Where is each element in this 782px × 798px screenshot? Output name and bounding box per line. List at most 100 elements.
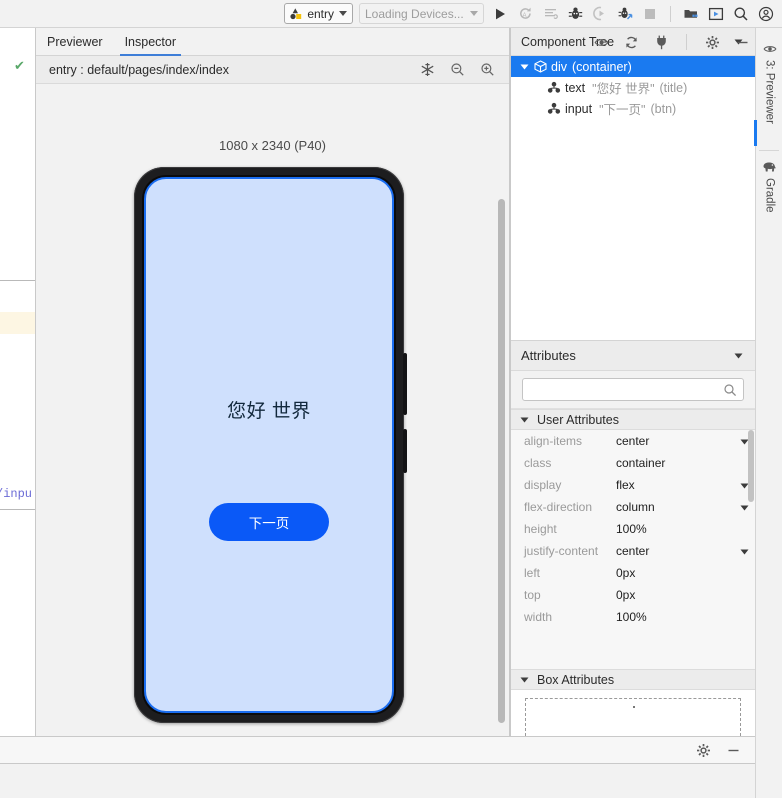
stripe-item-previewer[interactable]: 3: Previewer [754,42,782,146]
tab-previewer[interactable]: Previewer [36,28,114,56]
preview-next-button[interactable]: 下一页 [209,503,329,541]
attr-key: flex-direction [524,500,593,514]
attr-value[interactable]: center [616,544,733,558]
attr-row[interactable]: justify-content center [511,540,755,562]
tree-node-name: input [565,101,593,116]
previewer-tabs: Previewer Inspector [36,28,509,56]
search-icon[interactable] [733,6,749,22]
refresh-icon[interactable] [623,34,639,50]
active-indicator [754,120,757,146]
plug-icon[interactable] [653,34,669,50]
gear-icon[interactable] [695,742,711,758]
tab-inspector[interactable]: Inspector [114,28,187,56]
chevron-down-icon[interactable] [732,349,745,362]
eye-icon [763,42,777,56]
search-input[interactable] [529,382,723,397]
attr-key: top [524,588,541,602]
bottom-tool-bar [0,736,755,764]
attr-key: height [524,522,557,536]
tree-node-text[interactable]: text "您好 世界" (title) [511,77,755,98]
run-configuration-selector[interactable]: entry [284,3,353,24]
code-editor-strip[interactable]: ✔ /inpu [0,28,36,736]
attr-value[interactable]: container [616,456,733,470]
rerun-button[interactable]: A [517,6,533,22]
group-user-attributes[interactable]: User Attributes [511,409,755,430]
chevron-down-icon[interactable] [470,11,478,16]
attributes-title: Attributes [521,348,576,363]
stop-button[interactable] [642,6,658,22]
scrollbar-thumb[interactable] [748,430,754,502]
attr-value[interactable]: 0px [616,566,733,580]
user-attributes-list[interactable]: align-items center class container displ… [511,430,755,669]
elephant-icon [762,160,777,174]
attr-value[interactable]: center [616,434,733,448]
chevron-down-icon[interactable] [517,61,531,72]
attr-key: left [524,566,541,580]
preview-scrollbar[interactable] [498,87,505,732]
chevron-down-icon[interactable] [339,11,347,16]
tree-node-type: (title) [659,80,688,95]
attr-row[interactable]: top 0px [511,584,755,606]
attr-value[interactable]: 0px [616,588,733,602]
snowflake-icon[interactable] [419,62,435,78]
attr-row[interactable]: class container [511,452,755,474]
attr-value[interactable]: 100% [616,522,733,536]
attach-profiler-button[interactable] [592,6,608,22]
device-manager-button[interactable] [683,6,699,22]
volume-button [403,429,407,473]
group-label: Box Attributes [537,672,615,687]
group-box-attributes[interactable]: Box Attributes [511,669,755,690]
preview-canvas[interactable]: 1080 x 2340 (P40) 您好 世界 下一页 [36,85,509,736]
component-tree[interactable]: div (container) text "您好 世界" (title) inp… [511,56,755,341]
tree-node-value: "下一页" [599,103,646,117]
tree-node-input[interactable]: input "下一页" (btn) [511,98,755,119]
main-toolbar: entry Loading Devices... A [0,0,782,28]
device-frame-button[interactable] [708,6,724,22]
attr-row[interactable]: width 100% [511,606,755,628]
device-selector-label: Loading Devices... [365,6,464,21]
attr-value[interactable]: 100% [616,610,733,624]
minimize-icon[interactable] [734,34,750,50]
chevron-down-icon[interactable] [519,414,530,425]
inspector-tool-buttons [419,62,509,78]
attr-key: display [524,478,562,492]
stripe-divider [759,150,779,151]
inspector-toolbar: entry : default/pages/index/index [36,56,509,84]
attr-row[interactable]: height 100% [511,518,755,540]
attr-value[interactable]: flex [616,478,733,492]
zoom-in-icon[interactable] [479,62,495,78]
attr-row[interactable]: display flex [511,474,755,496]
box-model-diagram[interactable] [511,690,755,746]
device-screen[interactable]: 您好 世界 下一页 [144,177,394,713]
run-button[interactable] [492,6,508,22]
toolbar-divider [670,5,671,22]
module-icon [289,7,302,20]
svg-text:A: A [522,13,526,19]
attr-row[interactable]: flex-direction column [511,496,755,518]
device-resolution-label: 1080 x 2340 (P40) [219,138,326,153]
device-selector[interactable]: Loading Devices... [359,3,484,24]
zoom-out-icon[interactable] [449,62,465,78]
gear-icon[interactable] [704,34,720,50]
attributes-search-box[interactable] [522,378,744,401]
tool-window-buttons [593,28,750,56]
account-icon[interactable] [758,6,774,22]
attr-row[interactable]: align-items center [511,430,755,452]
device-frame: 您好 世界 下一页 [134,167,407,723]
preview-title-text[interactable]: 您好 世界 [227,396,311,423]
attach-debugger-button[interactable] [617,6,633,22]
chevron-down-icon[interactable] [519,674,530,685]
minimize-icon[interactable] [725,742,741,758]
tree-node-div[interactable]: div (container) [511,56,755,77]
eye-icon[interactable] [593,34,609,50]
run-config-label: entry [307,6,334,21]
stripe-item-gradle[interactable]: Gradle [756,160,782,213]
attr-value[interactable]: column [616,500,733,514]
debug-button[interactable] [567,6,583,22]
search-icon[interactable] [723,383,737,397]
run-with-coverage-button[interactable] [542,6,558,22]
tree-node-name: text [565,80,586,95]
attributes-scrollbar[interactable] [748,430,754,669]
attr-row[interactable]: left 0px [511,562,755,584]
scrollbar-thumb[interactable] [498,199,505,723]
